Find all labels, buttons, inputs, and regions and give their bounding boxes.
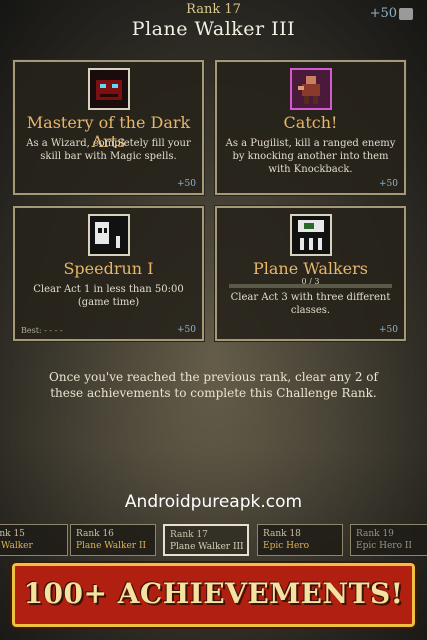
card-points: +50: [379, 179, 398, 189]
tab-rank-15[interactable]: Rank 15 he Walker: [0, 524, 68, 556]
tab-name: Plane Walker III: [170, 542, 244, 552]
tab-rank-18[interactable]: Rank 18 Epic Hero: [257, 524, 343, 556]
red-eyed-demon-icon: [87, 68, 130, 110]
achievement-card-speedrun[interactable]: Speedrun I Clear Act 1 in less than 50:0…: [12, 205, 205, 342]
tab-rank: Rank 19: [356, 529, 394, 539]
achievement-card-dark-arts[interactable]: Mastery of the Dark Arts As a Wizard, co…: [12, 59, 205, 196]
pugilist-icon: [289, 68, 332, 110]
card-description: As a Pugilist, kill a ranged enemy by kn…: [225, 138, 396, 175]
promo-banner: 100+ ACHIEVEMENTS!: [10, 561, 417, 629]
skull-roman-one-icon: [87, 214, 130, 256]
tab-rank: Rank 16: [76, 529, 114, 539]
tab-rank-16[interactable]: Rank 16 Plane Walker II: [70, 524, 156, 556]
tab-rank: Rank 17: [170, 530, 208, 540]
reward-points: +50: [369, 6, 397, 21]
card-description: Clear Act 1 in less than 50:00 (game tim…: [33, 284, 184, 308]
tab-rank-17[interactable]: Rank 17 Plane Walker III: [163, 524, 249, 556]
coin-icon: [399, 7, 413, 20]
progress-bar: [229, 284, 392, 288]
card-description: Clear Act 3 with three different classes…: [230, 292, 391, 316]
achievement-card-plane-walkers[interactable]: Plane Walkers 0 / 3 Clear Act 3 with thr…: [214, 205, 407, 342]
tab-rank: Rank 15: [0, 529, 25, 539]
tab-rank: Rank 18: [263, 529, 301, 539]
rank-header: Rank 17 Plane Walker III +50: [0, 0, 427, 50]
tab-name: Plane Walker II: [76, 541, 147, 551]
card-points: +50: [379, 325, 398, 335]
tab-name: he Walker: [0, 541, 33, 551]
card-points: +50: [177, 179, 196, 189]
roman-three-map-icon: [289, 214, 332, 256]
rank-reward: +50: [370, 6, 413, 21]
card-title: Speedrun I: [63, 259, 154, 278]
rank-instructions: Once you've reached the previous rank, c…: [49, 370, 378, 400]
achievement-card-catch[interactable]: Catch! As a Pugilist, kill a ranged enem…: [214, 59, 407, 196]
rank-tabs: Rank 15 he Walker Rank 16 Plane Walker I…: [0, 524, 427, 558]
card-title: Plane Walkers: [252, 259, 368, 278]
tab-rank-19[interactable]: Rank 19 Epic Hero II: [350, 524, 427, 556]
card-description: As a Wizard, completely fill your skill …: [26, 138, 191, 162]
tab-name: Epic Hero II: [356, 541, 412, 551]
tab-name: Epic Hero: [263, 541, 310, 551]
rank-label: Rank 17: [186, 2, 241, 17]
watermark-text: Androidpureapk.com: [124, 492, 303, 512]
card-title: Catch!: [283, 113, 338, 132]
best-time: Best: - - - -: [21, 326, 63, 335]
card-points: +50: [177, 325, 196, 335]
page-title: Plane Walker III: [131, 18, 296, 40]
